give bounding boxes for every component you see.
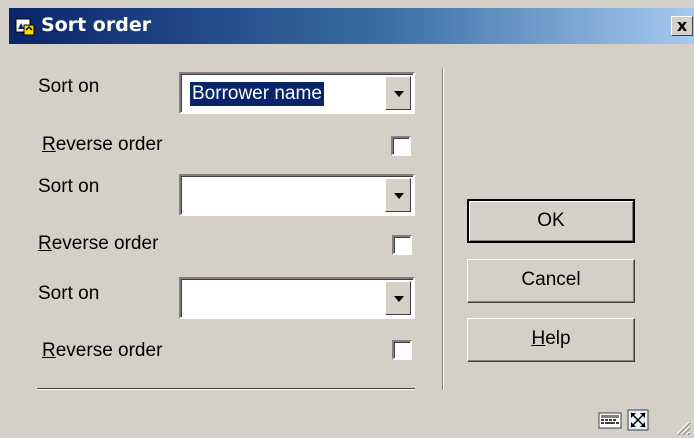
reverse-order-checkbox-1[interactable] [391, 136, 411, 156]
window-title: Sort order [41, 14, 152, 36]
chevron-down-icon [394, 296, 404, 302]
sort-on-value-1: Borrower name [190, 82, 324, 106]
sort-order-dialog: Sort order x Sort on Borrower name Rever… [0, 0, 694, 438]
sort-on-select-1[interactable]: Borrower name [179, 72, 415, 114]
size-grip-icon[interactable] [673, 418, 691, 436]
reverse-order-checkbox-2[interactable] [392, 235, 412, 255]
dropdown-button-2[interactable] [385, 178, 411, 212]
cancel-button[interactable]: Cancel [467, 259, 635, 303]
chevron-down-icon [394, 91, 404, 97]
sort-on-label-3: Sort on [38, 283, 100, 304]
close-button[interactable]: x [671, 16, 693, 36]
resize-icon[interactable] [627, 409, 649, 431]
sort-on-label-2: Sort on [38, 176, 100, 197]
reverse-order-checkbox-3[interactable] [392, 340, 412, 360]
ok-button[interactable]: OK [467, 199, 635, 243]
close-icon: x [676, 16, 688, 35]
help-button[interactable]: Help [467, 318, 635, 362]
dropdown-button-3[interactable] [385, 281, 411, 315]
sort-on-label-1: Sort on [38, 76, 100, 97]
keyboard-icon[interactable] [598, 410, 622, 430]
vertical-divider [442, 68, 444, 390]
sort-on-select-3[interactable] [179, 277, 415, 319]
reverse-order-label-3: Reverse order [42, 340, 163, 361]
bottom-divider [37, 388, 415, 390]
reverse-order-label-1: Reverse order [42, 134, 163, 155]
sort-on-select-2[interactable] [179, 174, 415, 216]
chevron-down-icon [394, 193, 404, 199]
reverse-order-label-2: Reverse order [38, 233, 159, 254]
title-bar[interactable]: Sort order x [9, 8, 694, 44]
dropdown-button-1[interactable] [385, 76, 411, 110]
app-icon [15, 18, 35, 36]
